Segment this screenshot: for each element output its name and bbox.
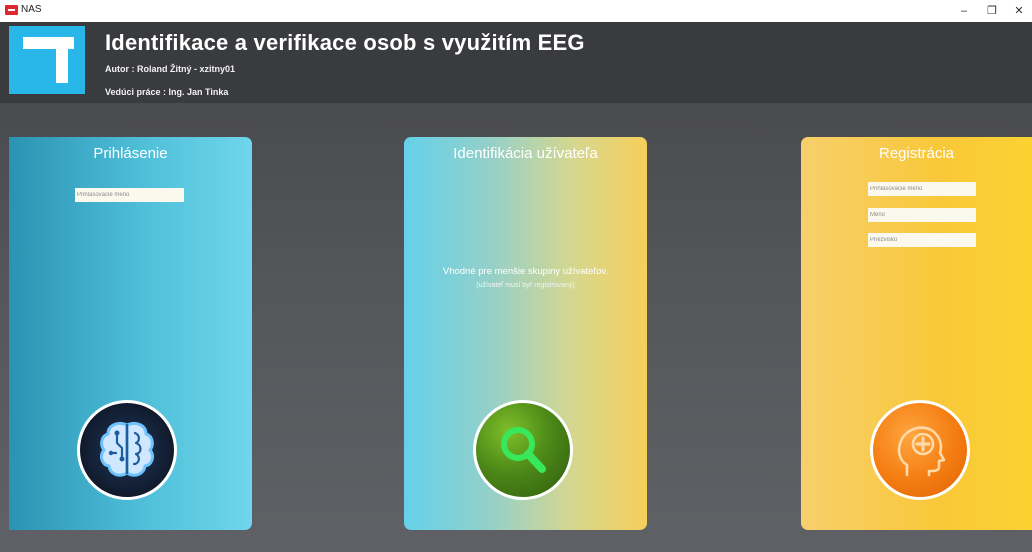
app-icon bbox=[5, 5, 18, 15]
registration-name-input[interactable] bbox=[868, 208, 976, 222]
login-button[interactable] bbox=[77, 400, 177, 500]
identification-title: Identifikácia užívateľa bbox=[453, 145, 598, 162]
identification-button[interactable] bbox=[473, 400, 573, 500]
minimize-button[interactable]: – bbox=[951, 0, 977, 22]
author-label: Autor : Roland Žitný - xzitny01 bbox=[105, 64, 236, 74]
registration-surname-input[interactable] bbox=[868, 233, 976, 247]
login-card: Prihlásenie bbox=[9, 137, 252, 530]
head-plus-icon bbox=[897, 426, 946, 477]
page-title: Identifikace a verifikace osob s využití… bbox=[105, 30, 585, 55]
close-button[interactable]: ✕ bbox=[1006, 0, 1032, 22]
identification-note: (užívateľ musí byť registrovaný) bbox=[476, 282, 575, 289]
login-title: Prihlásenie bbox=[93, 145, 168, 162]
logo bbox=[9, 26, 85, 94]
registration-title: Registrácia bbox=[878, 145, 955, 162]
identification-description: Vhodné pre menšie skupiny užívateľov. bbox=[442, 266, 609, 277]
registration-username-input[interactable] bbox=[868, 182, 976, 196]
restore-button[interactable]: ❐ bbox=[979, 0, 1005, 22]
identification-card: Identifikácia užívateľa Vhodné pre menši… bbox=[404, 137, 647, 530]
magnifier-icon bbox=[501, 427, 546, 473]
window-titlebar: NAS – ❐ ✕ bbox=[0, 0, 1032, 23]
login-username-input[interactable] bbox=[75, 188, 184, 202]
advisor-label: Vedúci práce : Ing. Jan Tinka bbox=[105, 87, 229, 97]
brain-circuit-icon bbox=[100, 421, 154, 477]
main-area: Prihlásenie Identifikácia užívateľa bbox=[0, 103, 1032, 552]
registration-button[interactable] bbox=[870, 400, 970, 500]
window-title: NAS bbox=[21, 4, 42, 15]
registration-card: Registrácia bbox=[801, 137, 1032, 530]
